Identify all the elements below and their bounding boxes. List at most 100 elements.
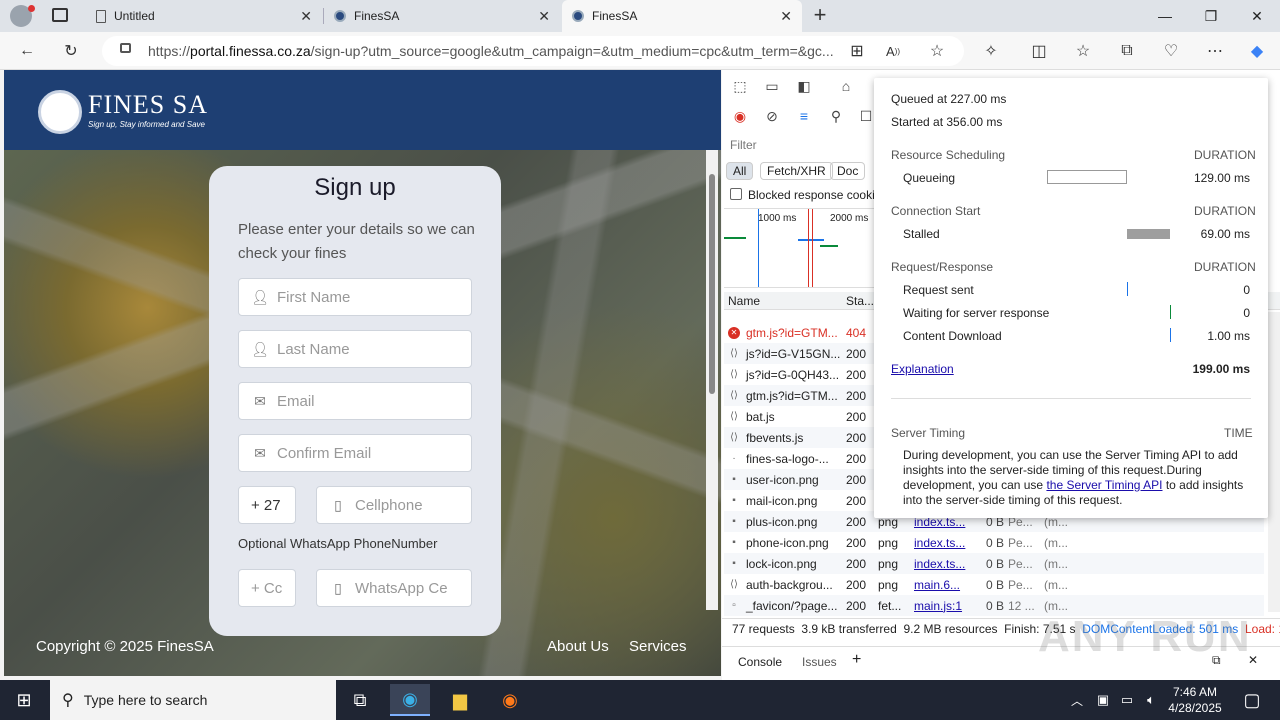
split-screen-icon[interactable]: ◫	[1024, 36, 1054, 66]
request-name: ⟨⟩ auth-backgrou...	[724, 578, 842, 592]
duration-header: DURATION	[1194, 204, 1256, 218]
taskbar-clock[interactable]: 7:46 AM 4/28/2025	[1160, 684, 1230, 716]
more-menu-icon[interactable]: ⋯	[1200, 36, 1230, 66]
refresh-icon[interactable]: ↻	[56, 36, 86, 66]
dock-icon[interactable]: ◧	[792, 74, 816, 98]
clock-time: 7:46 AM	[1172, 685, 1218, 699]
app-available-icon[interactable]: ⊞	[842, 36, 872, 66]
timing-label: Queueing	[903, 171, 956, 185]
favorites-icon[interactable]: ☆	[1068, 36, 1098, 66]
image-icon: ·	[732, 453, 736, 464]
favicon-icon: ▫	[732, 600, 736, 611]
col-status[interactable]: Sta...	[846, 294, 874, 308]
waiting-bar	[1170, 305, 1171, 319]
inspect-icon[interactable]: ⬚	[728, 74, 752, 98]
email-field[interactable]: ✉ Email	[238, 382, 472, 420]
request-status: 200	[846, 493, 867, 508]
first-name-field[interactable]: 👤︎ First Name	[238, 278, 472, 316]
windows-start-icon[interactable]: ⊞	[4, 684, 44, 716]
tab-finessa-1[interactable]: FinesSA ✕	[324, 0, 560, 32]
devtools-scrollbar[interactable]	[1268, 312, 1280, 612]
filter-icon[interactable]: ≡	[792, 104, 816, 128]
whatsapp-placeholder: WhatsApp Ce	[355, 579, 448, 597]
clear-icon[interactable]: ⊘	[760, 104, 784, 128]
firefox-icon[interactable]: ◉	[490, 684, 530, 716]
network-row[interactable]: ⟨⟩ auth-backgrou... 200 png main.6... 0 B Pe..…	[724, 574, 1264, 595]
tab-issues[interactable]: Issues	[802, 655, 837, 669]
confirm-email-field[interactable]: ✉ Confirm Email	[238, 434, 472, 472]
script-icon: ⟨⟩	[730, 390, 738, 401]
filter-chip-all[interactable]: All	[726, 162, 754, 180]
welcome-home-icon[interactable]: ⌂	[834, 74, 858, 98]
profile-status-dot	[28, 5, 35, 12]
filter-chip-fetch[interactable]: Fetch/XHR	[760, 162, 833, 180]
total-duration: 199.00 ms	[1192, 362, 1250, 376]
whatsapp-code-field[interactable]: + Cc	[238, 569, 296, 607]
add-tab-icon[interactable]: +	[852, 651, 861, 669]
last-name-field[interactable]: 👤︎ Last Name	[238, 330, 472, 368]
network-row[interactable]: ▪ lock-icon.png 200 png index.ts... 0 B Pe... (…	[724, 553, 1264, 574]
server-timing-api-link[interactable]: the Server Timing API	[1046, 478, 1162, 492]
explanation-link[interactable]: Explanation	[891, 362, 954, 376]
request-type: fet...	[878, 598, 902, 613]
close-icon[interactable]: ✕	[538, 8, 550, 25]
extensions-icon[interactable]: ✧	[976, 36, 1006, 66]
request-status: 200	[846, 472, 867, 487]
network-row[interactable]: ▪ phone-icon.png 200 png index.ts... 0 B Pe...…	[724, 532, 1264, 553]
tray-chevron-icon[interactable]: ︿	[1062, 684, 1092, 716]
cellphone-field[interactable]: ▯ Cellphone	[316, 486, 472, 524]
file-explorer-icon[interactable]: ▆	[440, 684, 480, 716]
tray-device-icon[interactable]: ▣	[1090, 684, 1116, 716]
performance-icon[interactable]: ♡	[1156, 36, 1186, 66]
tab-finessa-active[interactable]: FinesSA ✕	[562, 0, 802, 32]
request-priority: (m...	[1044, 535, 1068, 550]
about-us-link[interactable]: About Us	[547, 638, 609, 655]
overview-bar	[798, 239, 824, 241]
back-arrow-icon[interactable]: ←	[12, 36, 42, 66]
close-window-button[interactable]: ✕	[1234, 0, 1280, 32]
search-icon[interactable]: ⚲	[824, 104, 848, 128]
phone-icon: ▯	[334, 496, 342, 513]
col-name[interactable]: Name	[728, 294, 760, 308]
network-icon[interactable]: ▭	[1114, 684, 1140, 716]
stalled-bar	[1127, 229, 1170, 239]
notification-icon[interactable]: ▢	[1232, 684, 1272, 716]
task-view-icon[interactable]: ⧉	[340, 684, 380, 716]
request-name: ▪ phone-icon.png	[724, 536, 842, 550]
tab-console[interactable]: Console	[738, 655, 782, 669]
taskbar-search[interactable]: ⚲ Type here to search	[50, 680, 336, 720]
country-code-field[interactable]: + 27	[238, 486, 296, 524]
request-initiator: main.js:1	[914, 598, 963, 613]
scrollbar-thumb[interactable]	[709, 174, 715, 394]
url-host: portal.finessa.co.za	[190, 43, 311, 59]
last-name-placeholder: Last Name	[277, 340, 350, 358]
restore-button[interactable]: ❐	[1188, 0, 1234, 32]
request-initiator: main.6...	[914, 577, 961, 592]
filter-chip-doc[interactable]: Doc	[830, 162, 866, 180]
read-aloud-icon[interactable]: A))	[878, 36, 908, 66]
request-name-text: plus-icon.png	[746, 514, 818, 529]
section-title: Connection Start	[891, 204, 981, 218]
filter-input[interactable]: Filter	[726, 138, 876, 156]
close-icon[interactable]: ✕	[300, 8, 312, 25]
blocked-cookies-checkbox[interactable]	[730, 188, 742, 200]
device-toolbar-icon[interactable]: ▭	[760, 74, 784, 98]
favorite-star-icon[interactable]: ☆	[922, 36, 952, 66]
record-icon[interactable]: ◉	[728, 104, 752, 128]
address-bar[interactable]: https://portal.finessa.co.za/sign-up?utm…	[102, 36, 964, 66]
whatsapp-field[interactable]: ▯ WhatsApp Ce	[316, 569, 472, 607]
new-tab-button[interactable]: +	[808, 4, 832, 28]
tab-actions-icon[interactable]	[52, 8, 68, 22]
site-favicon	[334, 10, 346, 22]
services-link[interactable]: Services	[629, 638, 687, 655]
load-line	[808, 209, 809, 287]
tab-untitled[interactable]: Untitled ✕	[86, 0, 322, 32]
close-icon[interactable]: ✕	[780, 8, 792, 25]
minimize-button[interactable]: —	[1142, 0, 1188, 32]
copilot-icon[interactable]: ◆	[1242, 36, 1272, 66]
request-sent-bar	[1127, 282, 1128, 296]
site-logo[interactable]: FINES SA	[88, 90, 208, 120]
collections-icon[interactable]: ⧉	[1112, 36, 1142, 66]
edge-taskbar-icon[interactable]: ◉	[390, 684, 430, 716]
page-scrollbar[interactable]	[706, 150, 718, 610]
